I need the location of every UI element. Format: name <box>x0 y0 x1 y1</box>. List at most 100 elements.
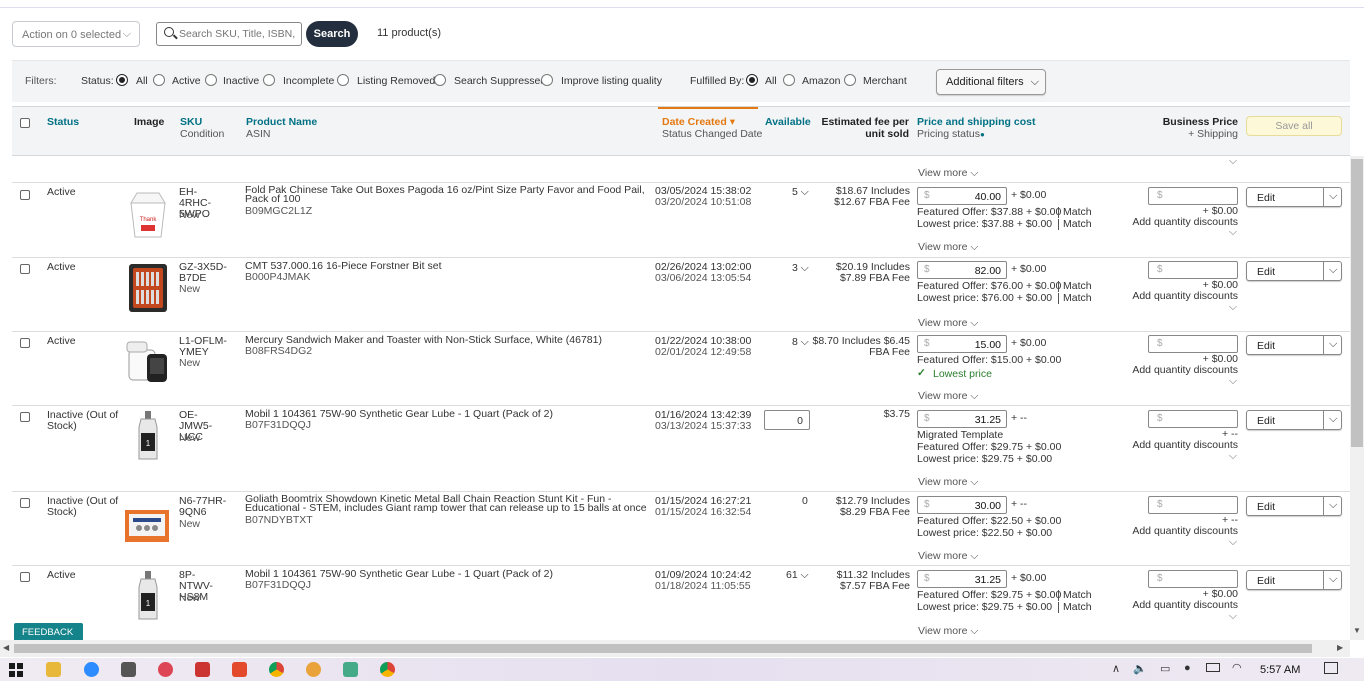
chrome-icon[interactable] <box>380 662 395 677</box>
view-more-link[interactable]: View more ⌵ <box>918 317 978 330</box>
col-sku-label[interactable]: SKU <box>180 116 224 128</box>
price-input[interactable]: $82.00 <box>917 261 1007 279</box>
fulfilled-option-amazon[interactable]: Amazon <box>802 75 841 87</box>
business-price-input[interactable]: $ <box>1148 335 1238 353</box>
sku-link[interactable]: GZ-3X5D-B7DE <box>179 262 227 284</box>
match-lowest-link[interactable]: Match <box>1058 293 1092 304</box>
edit-button[interactable]: Edit ⌵ <box>1246 261 1342 281</box>
product-name-link[interactable]: Goliath Boomtrix Showdown Kinetic Metal … <box>245 494 647 514</box>
chevron-down-icon[interactable]: ⌵ <box>1329 573 1337 586</box>
paint-icon[interactable] <box>158 662 173 677</box>
business-price-input[interactable]: $ <box>1148 570 1238 588</box>
edit-button[interactable]: Edit ⌵ <box>1246 496 1342 516</box>
microphone-icon[interactable]: ● <box>1184 662 1191 674</box>
col-status[interactable]: Status <box>47 116 79 128</box>
status-radio-inactive[interactable] <box>205 74 217 86</box>
match-featured-link[interactable]: Match <box>1058 590 1092 601</box>
view-more-link[interactable]: View more ⌵ <box>918 167 978 180</box>
app-icon[interactable] <box>195 662 210 677</box>
chevron-down-icon[interactable]: ⌵ <box>1329 499 1337 512</box>
status-radio-improve-quality[interactable] <box>541 74 553 86</box>
chevron-down-icon[interactable]: ⌵ <box>1229 611 1237 622</box>
add-quantity-discounts-link[interactable]: Add quantity discounts <box>1112 365 1238 376</box>
slack-icon[interactable] <box>343 662 358 677</box>
fee-line2[interactable]: $12.67 FBA Fee <box>802 197 910 208</box>
price-input[interactable]: $15.00 <box>917 335 1007 353</box>
row-checkbox[interactable] <box>20 338 30 348</box>
status-radio-active[interactable] <box>153 74 165 86</box>
fee-line2[interactable]: FBA Fee <box>802 347 910 358</box>
product-name-link[interactable]: Fold Pak Chinese Take Out Boxes Pagoda 1… <box>245 185 645 205</box>
view-more-link[interactable]: View more ⌵ <box>918 390 978 403</box>
chevron-down-icon[interactable]: ⌵ <box>1229 302 1237 313</box>
status-option-active[interactable]: Active <box>172 75 201 87</box>
add-quantity-discounts-link[interactable]: Add quantity discounts <box>1112 440 1238 451</box>
scrollbar-thumb[interactable] <box>1351 159 1363 447</box>
col-product-label[interactable]: Product Name <box>246 116 317 128</box>
row-checkbox[interactable] <box>20 498 30 508</box>
app-icon[interactable] <box>306 662 321 677</box>
vertical-scrollbar[interactable]: ▼ <box>1350 156 1364 640</box>
chevron-down-icon[interactable]: ⌵ <box>1229 156 1237 167</box>
status-radio-all[interactable] <box>116 74 128 86</box>
edit-button[interactable]: Edit ⌵ <box>1246 570 1342 590</box>
view-more-link[interactable]: View more ⌵ <box>918 625 978 638</box>
add-quantity-discounts-link[interactable]: Add quantity discounts <box>1112 291 1238 302</box>
search-button[interactable]: Search <box>306 21 358 47</box>
sku-link[interactable]: N6-77HR-9QN6 <box>179 496 227 518</box>
calculator-icon[interactable] <box>121 662 136 677</box>
product-thumbnail[interactable]: 1 <box>125 409 171 461</box>
row-checkbox[interactable] <box>20 264 30 274</box>
status-radio-listing-removed[interactable] <box>337 74 349 86</box>
clock[interactable]: 5:57 AM <box>1260 664 1300 676</box>
price-input[interactable]: $31.25 <box>917 410 1007 428</box>
fee-line2[interactable]: $7.57 FBA Fee <box>802 581 910 592</box>
zoom-icon[interactable] <box>84 662 99 677</box>
match-lowest-link[interactable]: Match <box>1058 602 1092 613</box>
add-quantity-discounts-link[interactable]: Add quantity discounts <box>1112 217 1238 228</box>
chevron-down-icon[interactable]: ⌵ <box>1229 537 1237 548</box>
sku-link[interactable]: L1-OFLM-YMEY <box>179 336 227 358</box>
fulfilled-radio-amazon[interactable] <box>783 74 795 86</box>
fulfilled-radio-merchant[interactable] <box>844 74 856 86</box>
product-thumbnail[interactable]: Thank <box>125 189 171 241</box>
status-option-improve-quality[interactable]: Improve listing quality <box>561 75 662 87</box>
business-price-input[interactable]: $ <box>1148 187 1238 205</box>
fulfilled-option-merchant[interactable]: Merchant <box>863 75 907 87</box>
edit-button[interactable]: Edit ⌵ <box>1246 410 1342 430</box>
chevron-down-icon[interactable]: ⌵ <box>1229 376 1237 387</box>
fee-line1[interactable]: $3.75 <box>802 409 910 420</box>
chevron-down-icon[interactable]: ⌵ <box>1229 227 1237 238</box>
view-more-link[interactable]: View more ⌵ <box>918 476 978 489</box>
business-price-input[interactable]: $ <box>1148 261 1238 279</box>
status-option-listing-removed[interactable]: Listing Removed <box>357 75 435 87</box>
file-explorer-icon[interactable] <box>46 662 61 677</box>
save-all-button[interactable]: Save all <box>1246 116 1342 136</box>
view-more-link[interactable]: View more ⌵ <box>918 550 978 563</box>
status-option-search-suppressed[interactable]: Search Suppressed <box>454 75 546 87</box>
fulfilled-radio-all[interactable] <box>746 74 758 86</box>
scroll-right-icon[interactable]: ▶ <box>1337 643 1343 652</box>
chrome-icon[interactable] <box>269 662 284 677</box>
chevron-down-icon[interactable]: ⌵ <box>1229 451 1237 462</box>
battery-icon[interactable] <box>1206 663 1220 672</box>
col-date-created[interactable]: Date Created ▾ <box>662 116 762 128</box>
wps-icon[interactable] <box>232 662 247 677</box>
fee-line2[interactable]: $8.29 FBA Fee <box>802 507 910 518</box>
status-option-incomplete[interactable]: Incomplete <box>283 75 334 87</box>
product-thumbnail[interactable] <box>123 498 169 550</box>
product-thumbnail[interactable] <box>123 336 169 388</box>
match-lowest-link[interactable]: Match <box>1058 219 1092 230</box>
edit-button[interactable]: Edit ⌵ <box>1246 187 1342 207</box>
col-price-label[interactable]: Price and shipping cost <box>917 116 1035 128</box>
row-checkbox[interactable] <box>20 190 30 200</box>
notification-icon[interactable] <box>1324 662 1338 674</box>
windows-start-icon[interactable] <box>9 663 23 677</box>
business-price-input[interactable]: $ <box>1148 410 1238 428</box>
search-input[interactable] <box>179 25 297 43</box>
chevron-down-icon[interactable]: ⌵ <box>1329 413 1337 426</box>
status-radio-incomplete[interactable] <box>263 74 275 86</box>
scroll-down-icon[interactable]: ▼ <box>1353 626 1361 635</box>
add-quantity-discounts-link[interactable]: Add quantity discounts <box>1112 526 1238 537</box>
wifi-icon[interactable]: ◠ <box>1232 661 1242 674</box>
